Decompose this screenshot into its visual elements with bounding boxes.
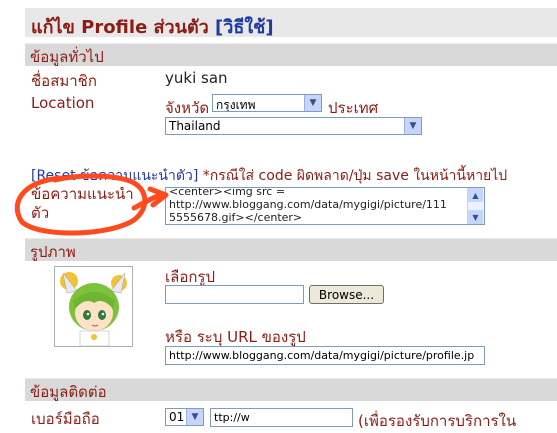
section-picture-title: รูปภาพ xyxy=(30,243,76,261)
page-title-text: แก้ไข Profile ส่วนตัว xyxy=(31,17,209,38)
browse-button[interactable]: Browse... xyxy=(309,285,384,304)
section-general xyxy=(25,43,557,66)
section-general-title: ข้อมูลทั่วไป xyxy=(30,48,104,66)
intro-label-line2: ตัว xyxy=(31,204,50,222)
picture-url-input[interactable]: http://www.bloggang.com/data/mygigi/pict… xyxy=(165,346,485,365)
mobile-note: (เพื่อรองรับการบริการใน xyxy=(358,412,517,430)
country-select[interactable]: Thailand ▼ xyxy=(165,117,422,135)
mobile-number-input[interactable]: ttp://w xyxy=(210,408,353,427)
chevron-down-icon[interactable]: ▼ xyxy=(186,409,203,425)
intro-label-line1: ข้อความแนะนำ xyxy=(31,185,134,203)
province-select-value: กรุงเทพ xyxy=(216,98,256,112)
page-title: แก้ไข Profile ส่วนตัว [วิธีใช้] xyxy=(31,12,274,41)
help-link[interactable]: [วิธีใช้] xyxy=(215,17,274,38)
reset-row: [Reset ข้อความแนะนำตัว] *กรณีใส่ code ผิ… xyxy=(31,165,507,187)
reset-intro-link[interactable]: [Reset ข้อความแนะนำตัว] xyxy=(31,168,198,184)
country-select-value: Thailand xyxy=(169,119,221,133)
reset-note: *กรณีใส่ code ผิดพลาด/ปุ่ม save ในหน้านี… xyxy=(202,168,508,184)
file-input[interactable] xyxy=(165,285,304,304)
anime-avatar-image xyxy=(60,272,127,347)
chevron-down-icon[interactable]: ▼ xyxy=(304,95,321,111)
mobile-prefix-select[interactable]: 01 ▼ xyxy=(165,408,204,426)
province-select[interactable]: กรุงเทพ ▼ xyxy=(212,94,322,112)
intro-scrollbar[interactable]: ▲ ▼ xyxy=(467,188,484,224)
section-picture xyxy=(25,238,557,261)
intro-line1: <center><img src = xyxy=(169,187,286,198)
triangle-up-icon[interactable]: ▲ xyxy=(468,188,483,202)
member-value: yuki san xyxy=(165,69,228,87)
location-label: Location xyxy=(31,94,95,112)
mobile-prefix-value: 01 xyxy=(169,410,185,424)
intro-label: ข้อความแนะนำ ตัว xyxy=(31,185,134,223)
avatar xyxy=(54,266,133,347)
intro-line3: 5555678.gif></center> xyxy=(169,211,303,224)
member-label: ชื่อสมาชิก xyxy=(31,72,97,90)
triangle-down-icon[interactable]: ▼ xyxy=(468,210,483,224)
mobile-label: เบอร์มือถือ xyxy=(31,410,100,428)
intro-line2: http://www.bloggang.com/data/mygigi/pict… xyxy=(169,198,447,211)
intro-textarea[interactable]: <center><img src = http://www.bloggang.c… xyxy=(165,187,485,225)
section-contact-title: ข้อมูลติดต่อ xyxy=(30,383,107,401)
chevron-down-icon[interactable]: ▼ xyxy=(404,118,421,134)
